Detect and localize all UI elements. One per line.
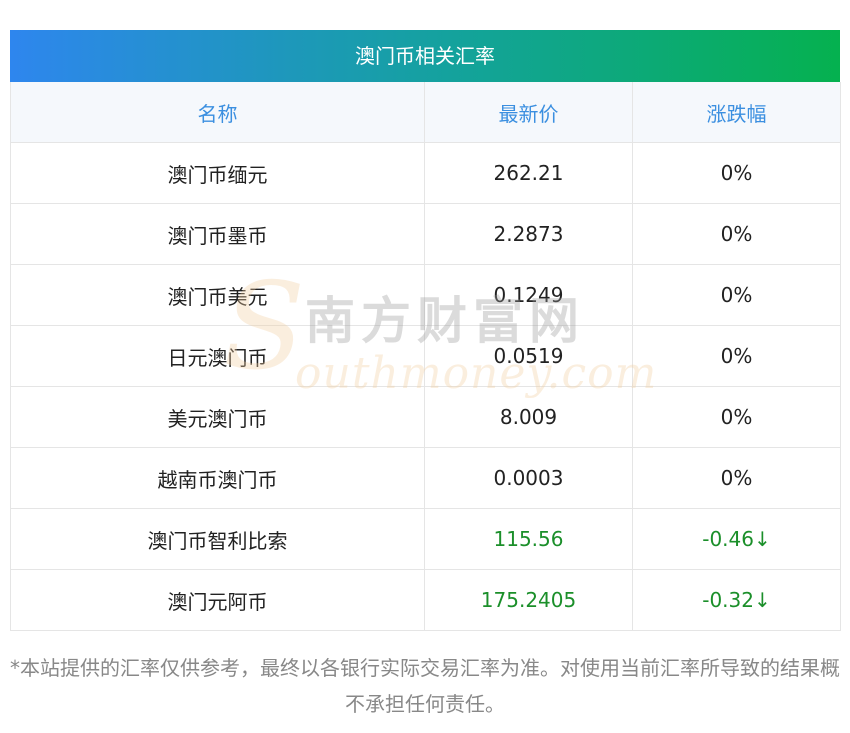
cell-name: 美元澳门币 xyxy=(10,386,425,448)
cell-change: 0% xyxy=(632,386,841,448)
table-row: 澳门币智利比索 115.56 -0.46↓ xyxy=(10,508,841,570)
cell-change: 0% xyxy=(632,447,841,509)
cell-name: 越南币澳门币 xyxy=(10,447,425,509)
table-row: 澳门币墨币 2.2873 0% xyxy=(10,203,841,265)
cell-name: 澳门币缅元 xyxy=(10,142,425,204)
cell-change: -0.32↓ xyxy=(632,569,841,631)
cell-change: 0% xyxy=(632,264,841,326)
cell-price: 175.2405 xyxy=(424,569,633,631)
card-title: 澳门币相关汇率 xyxy=(10,30,840,82)
cell-price: 0.1249 xyxy=(424,264,633,326)
cell-price: 8.009 xyxy=(424,386,633,448)
table-row: 美元澳门币 8.009 0% xyxy=(10,386,841,448)
rate-card: 澳门币相关汇率 名称 最新价 涨跌幅 澳门币缅元 262.21 0% 澳门币墨币 2.2… xyxy=(10,30,841,631)
table-body: 澳门币缅元 262.21 0% 澳门币墨币 2.2873 0% 澳门币美元 0.1249 0% 日… xyxy=(10,142,841,631)
cell-name: 澳门币墨币 xyxy=(10,203,425,265)
table-row: 澳门币缅元 262.21 0% xyxy=(10,142,841,204)
column-header-name: 名称 xyxy=(10,82,425,143)
cell-name: 澳门币美元 xyxy=(10,264,425,326)
table-row: 越南币澳门币 0.0003 0% xyxy=(10,447,841,509)
cell-name: 日元澳门币 xyxy=(10,325,425,387)
table-row: 澳门元阿币 175.2405 -0.32↓ xyxy=(10,569,841,631)
rate-table: 名称 最新价 涨跌幅 澳门币缅元 262.21 0% 澳门币墨币 2.2873 0% 澳门币… xyxy=(10,82,841,631)
cell-price: 2.2873 xyxy=(424,203,633,265)
cell-price: 115.56 xyxy=(424,508,633,570)
cell-price: 0.0003 xyxy=(424,447,633,509)
cell-change: -0.46↓ xyxy=(632,508,841,570)
cell-name: 澳门元阿币 xyxy=(10,569,425,631)
table-header-row: 名称 最新价 涨跌幅 xyxy=(10,82,841,143)
column-header-price: 最新价 xyxy=(424,82,633,143)
cell-change: 0% xyxy=(632,325,841,387)
disclaimer-note: *本站提供的汇率仅供参考，最终以各银行实际交易汇率为准。对使用当前汇率所导致的结… xyxy=(10,656,840,716)
table-row: 日元澳门币 0.0519 0% xyxy=(10,325,841,387)
cell-change: 0% xyxy=(632,142,841,204)
column-header-change: 涨跌幅 xyxy=(632,82,841,143)
table-row: 澳门币美元 0.1249 0% xyxy=(10,264,841,326)
cell-name: 澳门币智利比索 xyxy=(10,508,425,570)
cell-price: 0.0519 xyxy=(424,325,633,387)
cell-change: 0% xyxy=(632,203,841,265)
cell-price: 262.21 xyxy=(424,142,633,204)
